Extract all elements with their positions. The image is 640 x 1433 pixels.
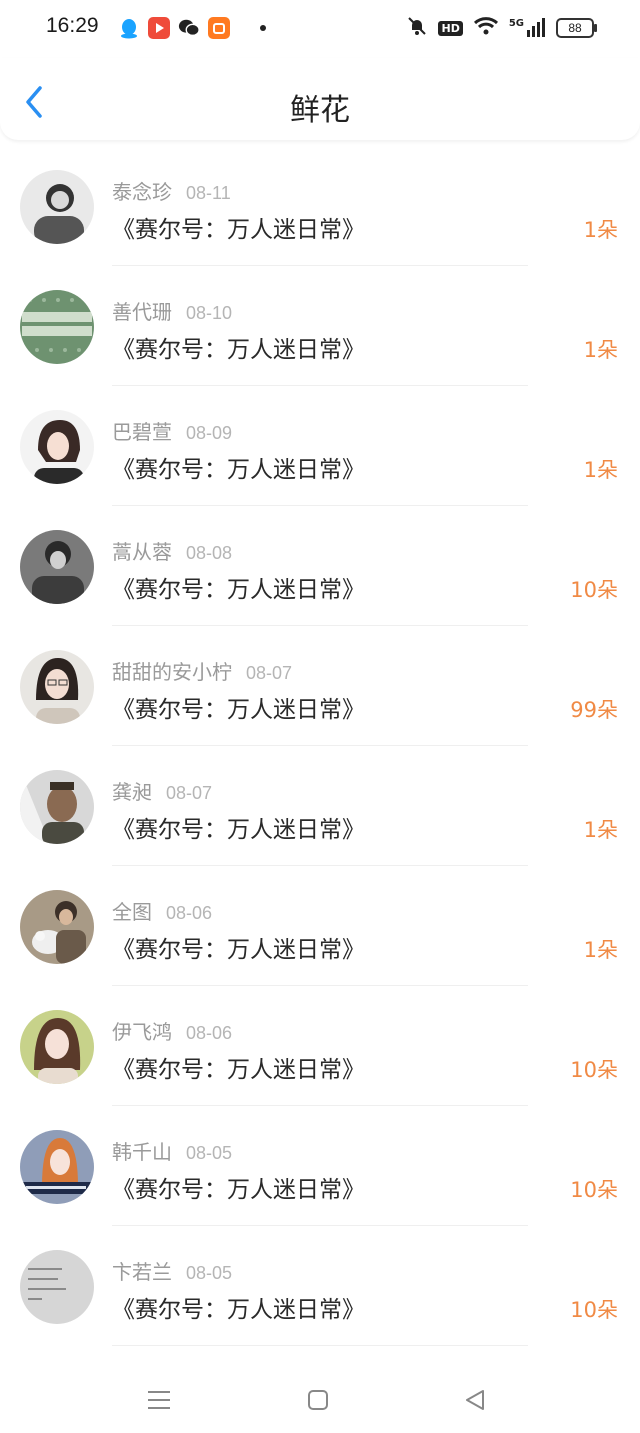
avatar[interactable] xyxy=(20,770,94,844)
list-item[interactable]: 伊飞鸿 08-06 《赛尔号：万人迷日常》 10朵 xyxy=(0,986,640,1106)
flower-count: 99朵 xyxy=(570,698,618,722)
date: 08-05 xyxy=(186,1143,233,1163)
more-notifications-dot xyxy=(260,25,266,31)
wechat-icon xyxy=(178,17,200,39)
system-navigation-bar xyxy=(0,1360,640,1433)
menu-button[interactable] xyxy=(139,1380,179,1420)
date: 08-07 xyxy=(246,663,293,683)
divider xyxy=(112,1345,528,1346)
user-name: 善代珊 xyxy=(112,300,172,324)
menu-icon xyxy=(148,1391,170,1409)
book-title: 《赛尔号：万人迷日常》 xyxy=(112,1177,365,1203)
video-app-icon xyxy=(148,17,170,39)
book-title: 《赛尔号：万人迷日常》 xyxy=(112,457,365,483)
user-name: 巴碧萱 xyxy=(112,420,172,444)
back-nav-button[interactable] xyxy=(455,1380,495,1420)
flower-list: 泰念珍 08-11 《赛尔号：万人迷日常》 1朵 善代珊 08-10 《赛尔号：万人… xyxy=(0,146,640,1346)
list-item[interactable]: 善代珊 08-10 《赛尔号：万人迷日常》 1朵 xyxy=(0,266,640,386)
flower-count: 1朵 xyxy=(583,458,618,482)
list-item[interactable]: 巴碧萱 08-09 《赛尔号：万人迷日常》 1朵 xyxy=(0,386,640,506)
avatar[interactable] xyxy=(20,290,94,364)
avatar[interactable] xyxy=(20,530,94,604)
avatar[interactable] xyxy=(20,890,94,964)
date: 08-08 xyxy=(186,543,233,563)
list-item[interactable]: 全图 08-06 《赛尔号：万人迷日常》 1朵 xyxy=(0,866,640,986)
book-title: 《赛尔号：万人迷日常》 xyxy=(112,577,365,603)
user-name: 伊飞鸿 xyxy=(112,1020,172,1044)
book-title: 《赛尔号：万人迷日常》 xyxy=(112,1057,365,1083)
date: 08-05 xyxy=(186,1263,233,1283)
avatar[interactable] xyxy=(20,1010,94,1084)
qq-icon xyxy=(118,17,140,39)
status-time: 16:29 xyxy=(46,14,99,37)
list-item[interactable]: 韩千山 08-05 《赛尔号：万人迷日常》 10朵 xyxy=(0,1106,640,1226)
book-title: 《赛尔号：万人迷日常》 xyxy=(112,817,365,843)
list-item[interactable]: 卞若兰 08-05 《赛尔号：万人迷日常》 10朵 xyxy=(0,1226,640,1346)
avatar[interactable] xyxy=(20,410,94,484)
date: 08-11 xyxy=(186,183,231,203)
system-icons: HD 5G 88 xyxy=(406,15,597,41)
flower-count: 10朵 xyxy=(570,1298,618,1322)
book-title: 《赛尔号：万人迷日常》 xyxy=(112,337,365,363)
avatar[interactable] xyxy=(20,650,94,724)
user-name: 蒿从蓉 xyxy=(112,540,172,564)
date: 08-09 xyxy=(186,423,233,443)
home-square-icon xyxy=(308,1390,328,1410)
list-item[interactable]: 龚昶 08-07 《赛尔号：万人迷日常》 1朵 xyxy=(0,746,640,866)
avatar[interactable] xyxy=(20,170,94,244)
hd-voice-icon: HD xyxy=(438,20,463,36)
date: 08-06 xyxy=(186,1023,233,1043)
back-triangle-icon xyxy=(466,1390,484,1410)
status-bar: 16:29 HD 5G 88 xyxy=(0,0,640,58)
list-item[interactable]: 甜甜的安小柠 08-07 《赛尔号：万人迷日常》 99朵 xyxy=(0,626,640,746)
date: 08-06 xyxy=(166,903,213,923)
mute-bell-icon xyxy=(406,15,428,41)
flower-count: 10朵 xyxy=(570,578,618,602)
network-label: 5G xyxy=(508,18,524,29)
user-name: 龚昶 xyxy=(112,780,152,804)
avatar[interactable] xyxy=(20,1130,94,1204)
list-item[interactable]: 蒿从蓉 08-08 《赛尔号：万人迷日常》 10朵 xyxy=(0,506,640,626)
flower-count: 1朵 xyxy=(583,218,618,242)
book-title: 《赛尔号：万人迷日常》 xyxy=(112,937,365,963)
home-button[interactable] xyxy=(298,1380,338,1420)
date: 08-07 xyxy=(166,783,213,803)
wifi-icon xyxy=(473,15,499,41)
list-item[interactable]: 泰念珍 08-11 《赛尔号：万人迷日常》 1朵 xyxy=(0,146,640,266)
book-title: 《赛尔号：万人迷日常》 xyxy=(112,697,365,723)
flower-count: 1朵 xyxy=(583,818,618,842)
signal-5g-icon: 5G xyxy=(509,18,546,38)
book-title: 《赛尔号：万人迷日常》 xyxy=(112,1297,365,1323)
date: 08-10 xyxy=(186,303,233,323)
flower-count: 1朵 xyxy=(583,938,618,962)
user-name: 全图 xyxy=(112,900,152,924)
notification-icons xyxy=(118,17,266,39)
flower-count: 10朵 xyxy=(570,1178,618,1202)
user-name: 卞若兰 xyxy=(112,1260,172,1284)
page-title: 鲜花 xyxy=(290,93,350,128)
flower-count: 1朵 xyxy=(583,338,618,362)
avatar[interactable] xyxy=(20,1250,94,1324)
book-title: 《赛尔号：万人迷日常》 xyxy=(112,217,365,243)
user-name: 泰念珍 xyxy=(112,180,172,204)
user-name: 甜甜的安小柠 xyxy=(112,660,232,684)
battery-icon: 88 xyxy=(556,18,597,38)
shopping-app-icon xyxy=(208,17,230,39)
user-name: 韩千山 xyxy=(112,1140,172,1164)
flower-count: 10朵 xyxy=(570,1058,618,1082)
title-bar: 鲜花 xyxy=(0,58,640,140)
